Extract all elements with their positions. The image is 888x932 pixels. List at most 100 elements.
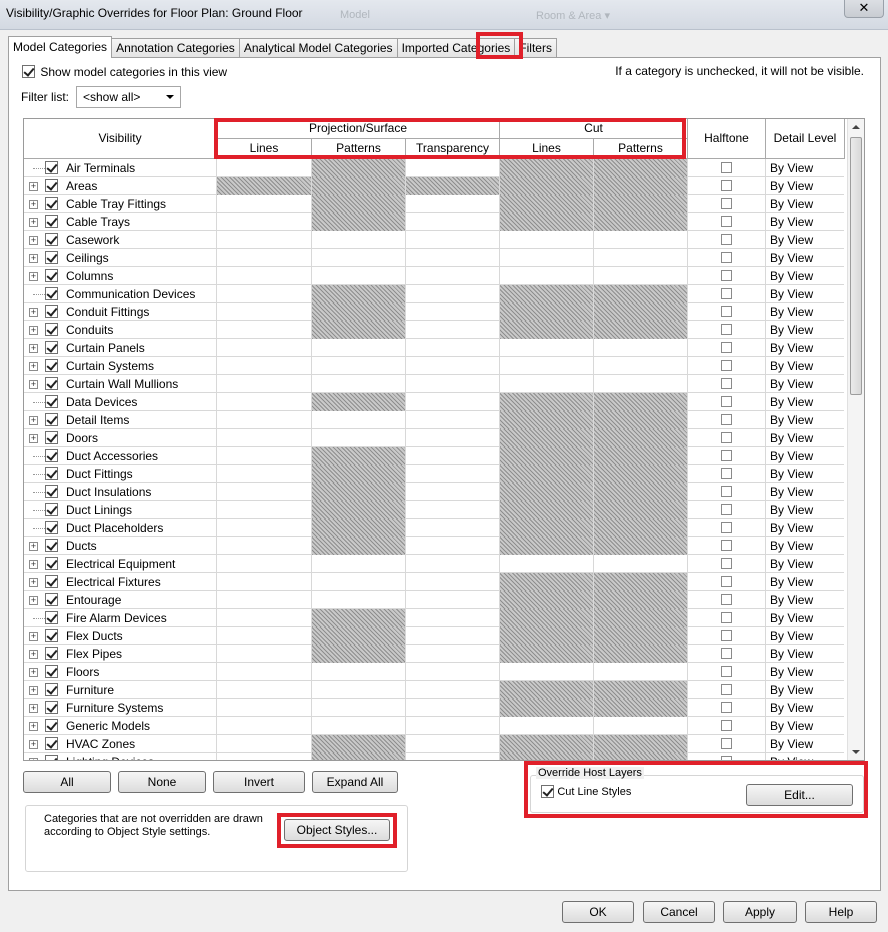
tab-annotation-categories[interactable]: Annotation Categories [111, 38, 240, 58]
halftone-checkbox[interactable] [721, 756, 732, 760]
scroll-down-icon[interactable] [852, 750, 860, 754]
proj-lines-cell[interactable] [217, 447, 312, 465]
category-visibility-checkbox[interactable] [45, 485, 58, 498]
category-visibility-checkbox[interactable] [45, 287, 58, 300]
proj-lines-cell[interactable] [217, 267, 312, 285]
cut-patterns-cell[interactable] [594, 267, 688, 285]
transparency-cell[interactable] [406, 537, 500, 555]
expand-icon[interactable]: + [29, 200, 38, 209]
table-row[interactable]: + Furniture Systems By View [24, 699, 844, 717]
filter-list-dropdown[interactable]: <show all> [76, 86, 181, 108]
table-row[interactable]: Communication Devices By View [24, 285, 844, 303]
proj-lines-cell[interactable] [217, 555, 312, 573]
category-visibility-checkbox[interactable] [45, 719, 58, 732]
ok-button[interactable]: OK [562, 901, 634, 923]
expand-icon[interactable]: + [29, 254, 38, 263]
category-visibility-checkbox[interactable] [45, 377, 58, 390]
transparency-cell[interactable] [406, 609, 500, 627]
transparency-cell[interactable] [406, 627, 500, 645]
detail-level-value[interactable]: By View [770, 431, 813, 445]
proj-patterns-cell[interactable] [312, 717, 406, 735]
halftone-checkbox[interactable] [721, 666, 732, 677]
proj-lines-cell[interactable] [217, 231, 312, 249]
category-visibility-checkbox[interactable] [45, 395, 58, 408]
table-row[interactable]: + Curtain Panels By View [24, 339, 844, 357]
proj-patterns-cell[interactable] [312, 555, 406, 573]
transparency-cell[interactable] [406, 555, 500, 573]
cut-patterns-cell[interactable] [594, 231, 688, 249]
category-visibility-checkbox[interactable] [45, 575, 58, 588]
category-visibility-checkbox[interactable] [45, 503, 58, 516]
cut-lines-cell[interactable] [500, 339, 594, 357]
transparency-cell[interactable] [406, 483, 500, 501]
category-visibility-checkbox[interactable] [45, 629, 58, 642]
proj-patterns-cell[interactable] [312, 699, 406, 717]
cut-lines-cell[interactable] [500, 717, 594, 735]
category-visibility-checkbox[interactable] [45, 683, 58, 696]
halftone-checkbox[interactable] [721, 648, 732, 659]
cut-lines-cell[interactable] [500, 555, 594, 573]
detail-level-value[interactable]: By View [770, 449, 813, 463]
transparency-cell[interactable] [406, 303, 500, 321]
table-row[interactable]: + Lighting Devices By View [24, 753, 844, 760]
category-visibility-checkbox[interactable] [45, 323, 58, 336]
cancel-button[interactable]: Cancel [643, 901, 715, 923]
proj-patterns-cell[interactable] [312, 267, 406, 285]
detail-level-value[interactable]: By View [770, 683, 813, 697]
category-visibility-checkbox[interactable] [45, 611, 58, 624]
detail-level-value[interactable]: By View [770, 161, 813, 175]
proj-lines-cell[interactable] [217, 195, 312, 213]
expand-icon[interactable]: + [29, 650, 38, 659]
transparency-cell[interactable] [406, 357, 500, 375]
detail-level-value[interactable]: By View [770, 467, 813, 481]
halftone-checkbox[interactable] [721, 504, 732, 515]
detail-level-value[interactable]: By View [770, 611, 813, 625]
cut-lines-cell[interactable] [500, 231, 594, 249]
proj-lines-cell[interactable] [217, 321, 312, 339]
table-row[interactable]: Duct Fittings By View [24, 465, 844, 483]
halftone-checkbox[interactable] [721, 468, 732, 479]
table-row[interactable]: Duct Linings By View [24, 501, 844, 519]
detail-level-value[interactable]: By View [770, 557, 813, 571]
halftone-checkbox[interactable] [721, 432, 732, 443]
cut-lines-cell[interactable] [500, 249, 594, 267]
proj-patterns-cell[interactable] [312, 681, 406, 699]
proj-lines-cell[interactable] [217, 699, 312, 717]
proj-lines-cell[interactable] [217, 501, 312, 519]
table-row[interactable]: + Cable Tray Fittings By View [24, 195, 844, 213]
expand-icon[interactable]: + [29, 722, 38, 731]
proj-lines-cell[interactable] [217, 411, 312, 429]
expand-icon[interactable]: + [29, 326, 38, 335]
table-row[interactable]: + Cable Trays By View [24, 213, 844, 231]
category-visibility-checkbox[interactable] [45, 269, 58, 282]
halftone-checkbox[interactable] [721, 522, 732, 533]
expand-icon[interactable]: + [29, 218, 38, 227]
transparency-cell[interactable] [406, 429, 500, 447]
category-visibility-checkbox[interactable] [45, 467, 58, 480]
expand-icon[interactable]: + [29, 578, 38, 587]
object-styles-button[interactable]: Object Styles... [284, 819, 390, 841]
table-row[interactable]: Fire Alarm Devices By View [24, 609, 844, 627]
proj-patterns-cell[interactable] [312, 375, 406, 393]
header-visibility[interactable]: Visibility [24, 119, 217, 159]
halftone-checkbox[interactable] [721, 270, 732, 281]
category-visibility-checkbox[interactable] [45, 755, 58, 760]
transparency-cell[interactable] [406, 267, 500, 285]
detail-level-value[interactable]: By View [770, 593, 813, 607]
detail-level-value[interactable]: By View [770, 701, 813, 715]
detail-level-value[interactable]: By View [770, 575, 813, 589]
expand-all-button[interactable]: Expand All [312, 771, 398, 793]
category-visibility-checkbox[interactable] [45, 197, 58, 210]
detail-level-value[interactable]: By View [770, 251, 813, 265]
detail-level-value[interactable]: By View [770, 341, 813, 355]
category-visibility-checkbox[interactable] [45, 179, 58, 192]
halftone-checkbox[interactable] [721, 720, 732, 731]
transparency-cell[interactable] [406, 663, 500, 681]
halftone-checkbox[interactable] [721, 342, 732, 353]
expand-icon[interactable]: + [29, 308, 38, 317]
category-visibility-checkbox[interactable] [45, 251, 58, 264]
proj-lines-cell[interactable] [217, 573, 312, 591]
proj-lines-cell[interactable] [217, 537, 312, 555]
proj-lines-cell[interactable] [217, 303, 312, 321]
proj-lines-cell[interactable] [217, 249, 312, 267]
